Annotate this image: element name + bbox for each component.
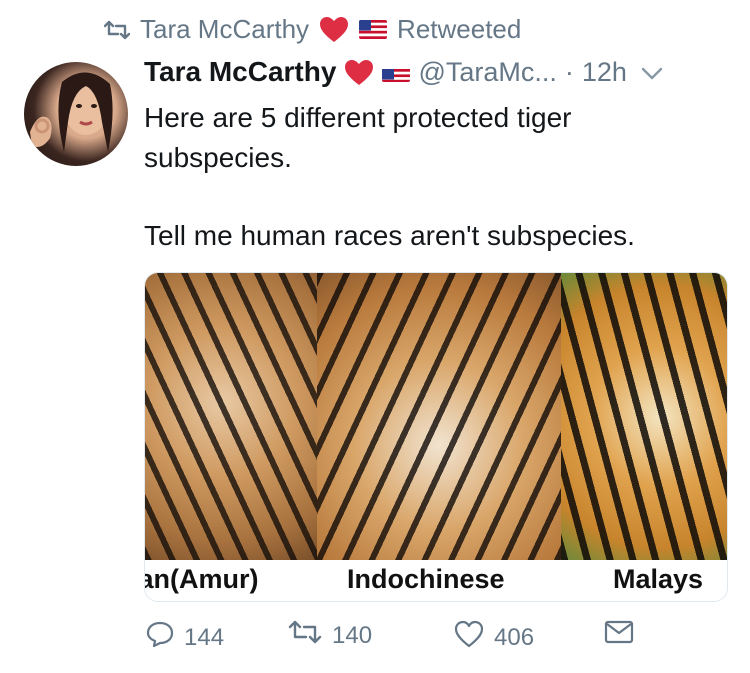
image-caption-strip: ian(Amur) Indochinese Malays [145,560,727,601]
image-caption-amur: ian(Amur) [145,564,259,594]
retweet-count: 140 [332,621,373,649]
tiger-photo-indochinese [317,273,561,560]
red-heart-emoji-icon [319,16,349,43]
chevron-down-icon[interactable] [641,56,663,88]
retweet-icon [104,20,130,40]
display-name[interactable]: Tara McCarthy [144,56,336,88]
separator-dot: · [564,56,574,87]
image-caption-malayan: Malays [613,564,704,594]
reply-count: 144 [184,623,225,651]
like-count: 406 [494,623,535,651]
reply-button[interactable]: 144 [146,620,224,655]
tweet-text: Here are 5 different protected tiger sub… [144,98,724,256]
like-heart-icon [454,620,484,655]
retweeter-name[interactable]: Tara McCarthy [140,14,309,45]
tweet-media-image[interactable]: ian(Amur) Indochinese Malays [144,272,728,602]
tweet-paragraph: Tell me human races aren't subspecies. [144,220,635,251]
tiger-photo-strip [145,273,727,560]
like-button[interactable]: 406 [454,620,534,655]
direct-message-button[interactable] [604,620,634,651]
avatar[interactable] [24,62,128,166]
image-caption-indochinese: Indochinese [347,564,505,594]
retweet-button[interactable]: 140 [288,620,372,651]
tweet-actions: 144 140 406 [144,620,744,660]
direct-message-icon [604,620,634,651]
red-heart-emoji-icon [344,59,374,86]
user-handle[interactable]: @TaraMc... [418,57,556,88]
us-flag-emoji-icon [359,20,388,39]
tiger-photo-malayan [561,273,727,560]
tweet-timestamp[interactable]: 12h [582,57,627,88]
us-flag-emoji-icon [382,63,411,82]
retweet-icon [288,620,322,651]
retweet-context[interactable]: Tara McCarthy Retweeted [104,14,521,45]
tiger-photo-amur [145,273,317,560]
retweeted-label: Retweeted [397,14,522,44]
tweet-header: Tara McCarthy @TaraMc... · 12h [144,56,720,88]
tweet-paragraph: Here are 5 different protected tiger sub… [144,102,572,173]
reply-icon [146,620,174,655]
